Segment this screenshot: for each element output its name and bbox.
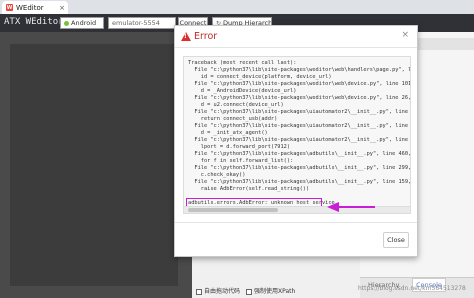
android-icon (64, 20, 69, 26)
free-drag-label: 自由拖动代码 (204, 288, 241, 295)
app-favicon-icon: W (6, 4, 13, 11)
dialog-footer-divider (175, 222, 417, 223)
dialog-close-icon[interactable]: × (401, 30, 409, 40)
right-panel-header (412, 38, 474, 50)
platform-select[interactable]: Android (60, 17, 104, 29)
error-dialog: ! Error × Traceback (most recent call la… (174, 25, 418, 257)
browser-tab[interactable]: W WEditor × (2, 1, 68, 14)
force-xpath-label: 强制使用XPath (254, 288, 296, 295)
warning-icon-mark: ! (184, 33, 187, 40)
traceback-box[interactable]: Traceback (most recent call last): File … (183, 56, 411, 214)
checkbox-icon (196, 288, 202, 295)
options-row: 自由拖动代码 强制使用XPath (196, 286, 295, 295)
close-button[interactable]: Close (383, 232, 409, 248)
app-brand: ATX WEditor (4, 17, 64, 27)
dialog-header: ! Error × (175, 26, 417, 48)
browser-tabstrip: W WEditor × (0, 0, 474, 14)
device-screen[interactable] (10, 44, 178, 286)
scrollbar-thumb[interactable] (188, 208, 278, 212)
tab-close-icon[interactable]: × (59, 4, 65, 12)
annotation-arrow-icon (327, 202, 375, 212)
free-drag-option[interactable]: 自由拖动代码 (196, 286, 240, 295)
device-serial-input[interactable]: emulator-5554 (108, 17, 176, 29)
force-xpath-option[interactable]: 强制使用XPath (246, 286, 295, 295)
traceback-line: raise AdbError(self.read_string()) (188, 186, 310, 192)
tab-title: WEditor (16, 3, 44, 12)
platform-select-value: Android (71, 19, 97, 27)
watermark: https://blog.csdn.net/km564513278 (358, 285, 466, 292)
checkbox-icon (246, 288, 253, 295)
dialog-title: Error (194, 31, 218, 42)
